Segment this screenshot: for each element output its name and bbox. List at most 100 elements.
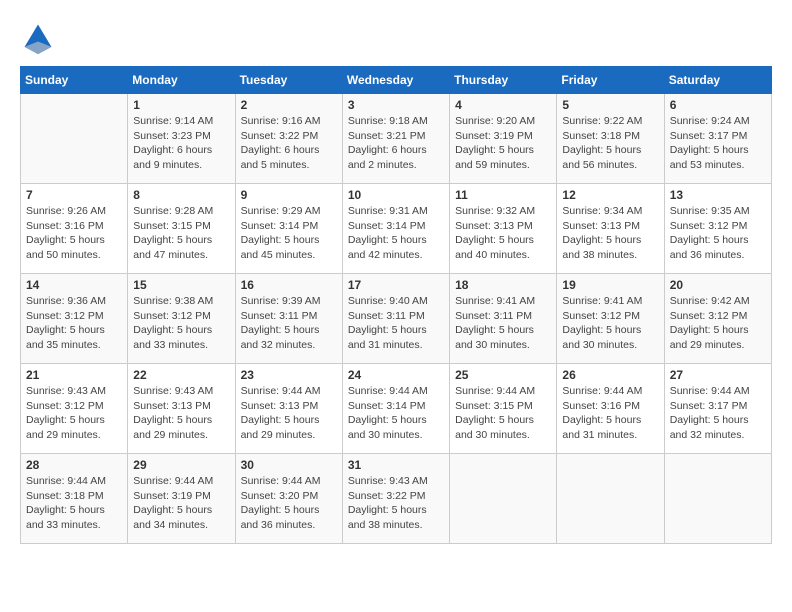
calendar-header-row: SundayMondayTuesdayWednesdayThursdayFrid… <box>21 67 772 94</box>
day-number: 14 <box>26 278 122 292</box>
calendar-cell: 22 Sunrise: 9:43 AM Sunset: 3:13 PM Dayli… <box>128 364 235 454</box>
day-info: Sunrise: 9:40 AM Sunset: 3:11 PM Dayligh… <box>348 294 444 353</box>
day-number: 12 <box>562 188 658 202</box>
day-number: 25 <box>455 368 551 382</box>
calendar-cell: 30 Sunrise: 9:44 AM Sunset: 3:20 PM Dayli… <box>235 454 342 544</box>
day-info: Sunrise: 9:24 AM Sunset: 3:17 PM Dayligh… <box>670 114 766 173</box>
day-number: 24 <box>348 368 444 382</box>
day-info: Sunrise: 9:14 AM Sunset: 3:23 PM Dayligh… <box>133 114 229 173</box>
day-info: Sunrise: 9:22 AM Sunset: 3:18 PM Dayligh… <box>562 114 658 173</box>
logo-icon <box>20 20 56 56</box>
calendar-cell: 28 Sunrise: 9:44 AM Sunset: 3:18 PM Dayli… <box>21 454 128 544</box>
col-header-thursday: Thursday <box>450 67 557 94</box>
day-number: 22 <box>133 368 229 382</box>
calendar-cell: 7 Sunrise: 9:26 AM Sunset: 3:16 PM Daylig… <box>21 184 128 274</box>
day-info: Sunrise: 9:34 AM Sunset: 3:13 PM Dayligh… <box>562 204 658 263</box>
logo <box>20 20 62 56</box>
day-info: Sunrise: 9:31 AM Sunset: 3:14 PM Dayligh… <box>348 204 444 263</box>
day-number: 1 <box>133 98 229 112</box>
day-number: 31 <box>348 458 444 472</box>
calendar-cell: 1 Sunrise: 9:14 AM Sunset: 3:23 PM Daylig… <box>128 94 235 184</box>
calendar-cell: 16 Sunrise: 9:39 AM Sunset: 3:11 PM Dayli… <box>235 274 342 364</box>
day-info: Sunrise: 9:38 AM Sunset: 3:12 PM Dayligh… <box>133 294 229 353</box>
calendar-cell: 11Sunrise: 9:32 AM Sunset: 3:13 PM Dayli… <box>450 184 557 274</box>
calendar-cell: 10Sunrise: 9:31 AM Sunset: 3:14 PM Dayli… <box>342 184 449 274</box>
day-info: Sunrise: 9:44 AM Sunset: 3:19 PM Dayligh… <box>133 474 229 533</box>
calendar-cell: 23Sunrise: 9:44 AM Sunset: 3:13 PM Dayli… <box>235 364 342 454</box>
day-number: 15 <box>133 278 229 292</box>
calendar-cell: 20Sunrise: 9:42 AM Sunset: 3:12 PM Dayli… <box>664 274 771 364</box>
calendar-cell: 12 Sunrise: 9:34 AM Sunset: 3:13 PM Dayli… <box>557 184 664 274</box>
day-info: Sunrise: 9:36 AM Sunset: 3:12 PM Dayligh… <box>26 294 122 353</box>
day-number: 26 <box>562 368 658 382</box>
day-number: 8 <box>133 188 229 202</box>
calendar-cell <box>664 454 771 544</box>
day-info: Sunrise: 9:44 AM Sunset: 3:13 PM Dayligh… <box>241 384 337 443</box>
day-number: 28 <box>26 458 122 472</box>
day-info: Sunrise: 9:29 AM Sunset: 3:14 PM Dayligh… <box>241 204 337 263</box>
col-header-saturday: Saturday <box>664 67 771 94</box>
day-number: 16 <box>241 278 337 292</box>
calendar-week-5: 28 Sunrise: 9:44 AM Sunset: 3:18 PM Dayli… <box>21 454 772 544</box>
day-number: 4 <box>455 98 551 112</box>
calendar-cell: 3 Sunrise: 9:18 AM Sunset: 3:21 PM Daylig… <box>342 94 449 184</box>
calendar-cell: 13Sunrise: 9:35 AM Sunset: 3:12 PM Dayli… <box>664 184 771 274</box>
day-info: Sunrise: 9:44 AM Sunset: 3:18 PM Dayligh… <box>26 474 122 533</box>
day-info: Sunrise: 9:44 AM Sunset: 3:16 PM Dayligh… <box>562 384 658 443</box>
day-info: Sunrise: 9:43 AM Sunset: 3:13 PM Dayligh… <box>133 384 229 443</box>
day-info: Sunrise: 9:44 AM Sunset: 3:17 PM Dayligh… <box>670 384 766 443</box>
day-number: 19 <box>562 278 658 292</box>
calendar-week-3: 14 Sunrise: 9:36 AM Sunset: 3:12 PM Dayli… <box>21 274 772 364</box>
calendar-cell: 6 Sunrise: 9:24 AM Sunset: 3:17 PM Daylig… <box>664 94 771 184</box>
day-number: 2 <box>241 98 337 112</box>
calendar-cell: 14 Sunrise: 9:36 AM Sunset: 3:12 PM Dayli… <box>21 274 128 364</box>
col-header-tuesday: Tuesday <box>235 67 342 94</box>
day-info: Sunrise: 9:43 AM Sunset: 3:22 PM Dayligh… <box>348 474 444 533</box>
day-info: Sunrise: 9:44 AM Sunset: 3:14 PM Dayligh… <box>348 384 444 443</box>
day-number: 6 <box>670 98 766 112</box>
calendar-cell <box>21 94 128 184</box>
day-info: Sunrise: 9:16 AM Sunset: 3:22 PM Dayligh… <box>241 114 337 173</box>
day-number: 11 <box>455 188 551 202</box>
day-number: 18 <box>455 278 551 292</box>
calendar-cell: 19Sunrise: 9:41 AM Sunset: 3:12 PM Dayli… <box>557 274 664 364</box>
calendar-cell: 26 Sunrise: 9:44 AM Sunset: 3:16 PM Dayli… <box>557 364 664 454</box>
calendar-cell: 21 Sunrise: 9:43 AM Sunset: 3:12 PM Dayli… <box>21 364 128 454</box>
calendar-week-2: 7 Sunrise: 9:26 AM Sunset: 3:16 PM Daylig… <box>21 184 772 274</box>
calendar-cell: 29 Sunrise: 9:44 AM Sunset: 3:19 PM Dayli… <box>128 454 235 544</box>
calendar-cell <box>450 454 557 544</box>
calendar-table: SundayMondayTuesdayWednesdayThursdayFrid… <box>20 66 772 544</box>
day-info: Sunrise: 9:28 AM Sunset: 3:15 PM Dayligh… <box>133 204 229 263</box>
calendar-week-4: 21 Sunrise: 9:43 AM Sunset: 3:12 PM Dayli… <box>21 364 772 454</box>
day-info: Sunrise: 9:35 AM Sunset: 3:12 PM Dayligh… <box>670 204 766 263</box>
calendar-cell: 4Sunrise: 9:20 AM Sunset: 3:19 PM Daylig… <box>450 94 557 184</box>
calendar-cell: 9 Sunrise: 9:29 AM Sunset: 3:14 PM Daylig… <box>235 184 342 274</box>
day-info: Sunrise: 9:18 AM Sunset: 3:21 PM Dayligh… <box>348 114 444 173</box>
day-number: 30 <box>241 458 337 472</box>
calendar-cell: 25Sunrise: 9:44 AM Sunset: 3:15 PM Dayli… <box>450 364 557 454</box>
col-header-monday: Monday <box>128 67 235 94</box>
day-info: Sunrise: 9:44 AM Sunset: 3:20 PM Dayligh… <box>241 474 337 533</box>
day-number: 29 <box>133 458 229 472</box>
day-number: 20 <box>670 278 766 292</box>
day-info: Sunrise: 9:39 AM Sunset: 3:11 PM Dayligh… <box>241 294 337 353</box>
calendar-cell: 18 Sunrise: 9:41 AM Sunset: 3:11 PM Dayli… <box>450 274 557 364</box>
calendar-cell: 2 Sunrise: 9:16 AM Sunset: 3:22 PM Daylig… <box>235 94 342 184</box>
calendar-cell: 15 Sunrise: 9:38 AM Sunset: 3:12 PM Dayli… <box>128 274 235 364</box>
day-info: Sunrise: 9:41 AM Sunset: 3:11 PM Dayligh… <box>455 294 551 353</box>
day-number: 3 <box>348 98 444 112</box>
day-number: 21 <box>26 368 122 382</box>
day-number: 5 <box>562 98 658 112</box>
day-info: Sunrise: 9:26 AM Sunset: 3:16 PM Dayligh… <box>26 204 122 263</box>
day-number: 17 <box>348 278 444 292</box>
calendar-cell: 24 Sunrise: 9:44 AM Sunset: 3:14 PM Dayli… <box>342 364 449 454</box>
calendar-cell: 8 Sunrise: 9:28 AM Sunset: 3:15 PM Daylig… <box>128 184 235 274</box>
calendar-cell: 31 Sunrise: 9:43 AM Sunset: 3:22 PM Dayli… <box>342 454 449 544</box>
col-header-wednesday: Wednesday <box>342 67 449 94</box>
calendar-cell <box>557 454 664 544</box>
day-number: 7 <box>26 188 122 202</box>
day-number: 27 <box>670 368 766 382</box>
day-info: Sunrise: 9:43 AM Sunset: 3:12 PM Dayligh… <box>26 384 122 443</box>
calendar-cell: 17 Sunrise: 9:40 AM Sunset: 3:11 PM Dayli… <box>342 274 449 364</box>
day-number: 9 <box>241 188 337 202</box>
